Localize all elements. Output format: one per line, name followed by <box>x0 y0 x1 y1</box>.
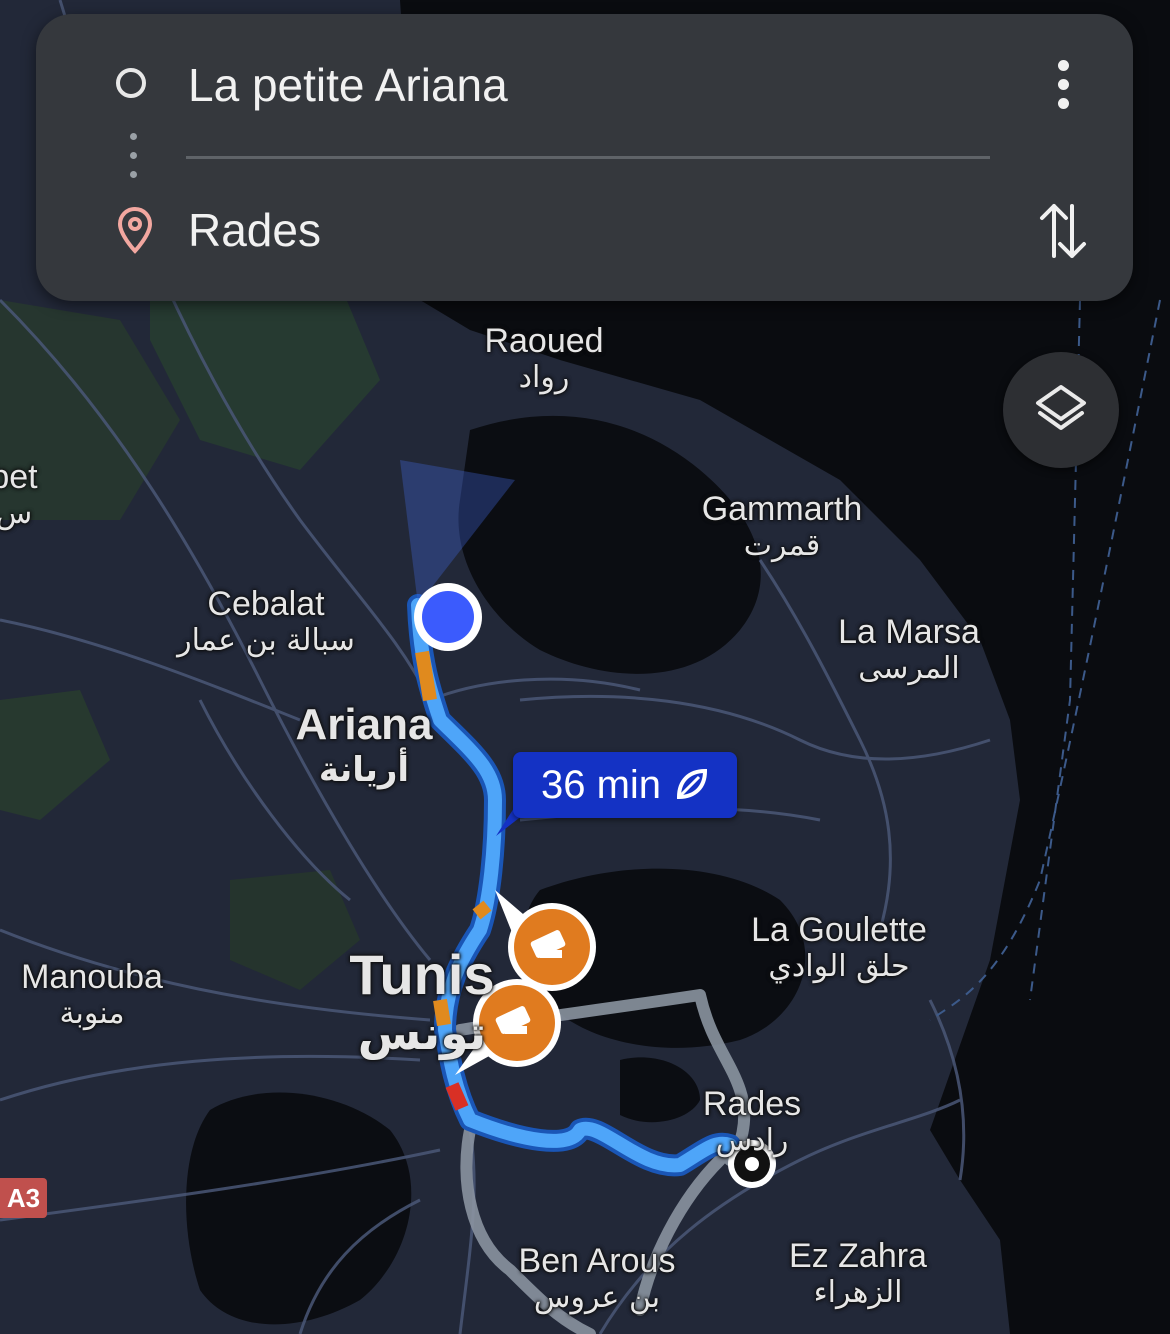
place-label-la-goulette: La Goulette حلق الوادي <box>751 911 927 985</box>
field-divider <box>186 156 990 159</box>
eco-leaf-icon <box>677 768 708 800</box>
layers-button[interactable] <box>1003 352 1119 468</box>
place-label-raoued: Raoued رواد <box>484 322 604 396</box>
destination-field[interactable]: Rades <box>188 203 321 257</box>
origin-circle-icon <box>116 68 146 98</box>
place-label-ben-arous: Ben Arous بن عروس <box>518 1242 676 1316</box>
more-vert-icon[interactable] <box>1050 60 1076 116</box>
location-pin-icon <box>117 206 153 254</box>
layers-icon <box>1036 385 1086 430</box>
eta-label: 36 min <box>540 762 662 807</box>
place-label-gammarth: Gammarth قمرت <box>701 490 863 564</box>
place-label-ariana: Ariana أريانة <box>295 700 433 790</box>
swap-icon[interactable] <box>1038 200 1088 262</box>
place-label-rades: Rades رادس <box>702 1085 802 1159</box>
eta-badge[interactable]: 36 min <box>513 752 737 818</box>
road-shield-a3: A3 <box>0 1178 47 1218</box>
place-label-la-marsa: La Marsa المرسى <box>838 613 980 687</box>
origin-field[interactable]: La petite Ariana <box>188 58 508 112</box>
route-dots <box>130 133 138 190</box>
place-label-edge: betس <box>0 458 38 532</box>
place-label-manouba: Manouba منوبة <box>21 958 163 1032</box>
place-label-ez-zahra: Ez Zahra الزهراء <box>789 1237 927 1311</box>
place-label-tunis: Tunis تونس <box>349 943 495 1061</box>
place-label-cebalat: Cebalat سبالة بن عمار <box>177 585 355 659</box>
